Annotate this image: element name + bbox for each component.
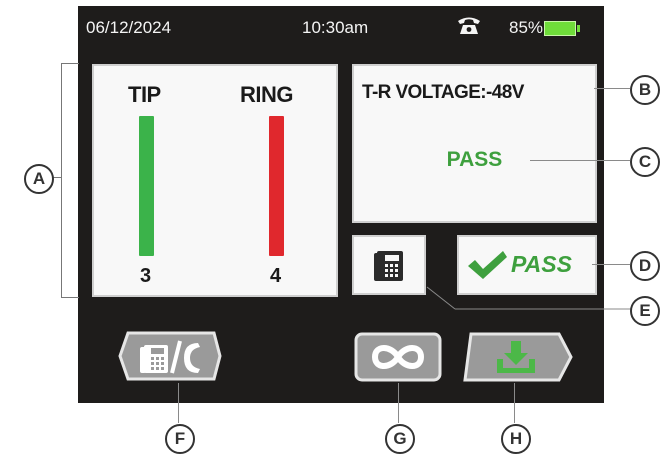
tip-ring-panel: TIP RING 3 4 — [92, 64, 338, 297]
battery-percent: 85% — [509, 18, 544, 37]
callout-a-leader — [53, 177, 61, 178]
callout-h-leader — [514, 383, 515, 423]
device-screen: 06/12/2024 10:30am 85% TIP RING 3 4 T-R … — [78, 6, 604, 403]
phone-call-button[interactable] — [114, 329, 224, 383]
callout-f-leader — [178, 383, 179, 423]
callout-g: G — [385, 424, 415, 454]
ring-value: 4 — [270, 265, 282, 287]
ring-level-bar — [269, 116, 284, 256]
callout-f: F — [165, 424, 195, 454]
callout-d: D — [630, 251, 660, 281]
callout-b: B — [630, 75, 660, 105]
callout-b-leader — [594, 88, 630, 89]
dial-test-button[interactable] — [352, 235, 426, 295]
status-bar: 06/12/2024 10:30am 85% — [78, 6, 604, 48]
loop-button[interactable] — [353, 331, 443, 383]
battery-icon — [544, 21, 580, 36]
status-date: 06/12/2024 — [86, 18, 172, 37]
tr-voltage-reading: T-R VOLTAGE:-48V — [362, 82, 524, 103]
voltage-panel: T-R VOLTAGE:-48V PASS — [352, 64, 597, 223]
callout-h: H — [501, 424, 531, 454]
callout-a-bracket — [61, 63, 79, 298]
ring-label: RING — [240, 82, 294, 107]
tip-value: 3 — [140, 265, 152, 287]
tip-level-bar — [139, 116, 154, 256]
status-time: 10:30am — [302, 18, 369, 37]
callout-d-leader — [592, 264, 630, 265]
callout-a: A — [24, 164, 54, 194]
tip-label: TIP — [128, 82, 161, 107]
callout-c-leader — [530, 160, 630, 161]
checkmark-icon — [468, 251, 507, 279]
save-button[interactable] — [461, 331, 575, 383]
callout-e-leader — [426, 286, 631, 310]
callout-e: E — [630, 296, 660, 326]
pass-label: PASS — [511, 251, 572, 277]
telephone-icon — [458, 17, 480, 34]
callout-g-leader — [398, 383, 399, 423]
desk-phone-icon — [374, 251, 403, 281]
callout-c: C — [630, 147, 660, 177]
